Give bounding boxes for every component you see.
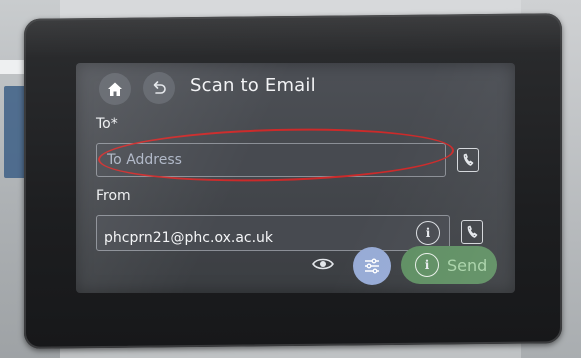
home-button[interactable]	[99, 73, 131, 105]
to-address-input[interactable]: To Address	[96, 143, 446, 177]
contacts-icon	[463, 153, 474, 166]
bezel-shine	[24, 13, 562, 59]
send-button[interactable]: i Send	[401, 246, 497, 284]
from-contacts-button[interactable]	[461, 220, 483, 244]
back-button[interactable]	[143, 72, 175, 104]
from-info-button[interactable]: i	[416, 221, 440, 245]
touch-screen: Scan to Email To* To Address From phcprn…	[76, 63, 515, 293]
from-label: From	[96, 188, 131, 204]
page-title: Scan to Email	[190, 75, 316, 96]
contacts-icon	[467, 225, 478, 238]
preview-button[interactable]	[310, 254, 336, 274]
to-label: To*	[96, 116, 118, 132]
info-icon: i	[424, 258, 430, 272]
send-info-icon-wrapper: i	[415, 253, 439, 277]
sliders-icon	[365, 258, 379, 274]
to-contacts-button[interactable]	[457, 148, 479, 172]
home-icon	[108, 82, 122, 96]
back-icon	[153, 81, 166, 94]
info-icon: i	[425, 226, 431, 240]
send-label: Send	[447, 255, 488, 275]
settings-button[interactable]	[353, 247, 391, 285]
from-address-field[interactable]: phcprn21@phc.ox.ac.uk	[96, 215, 450, 251]
to-address-placeholder: To Address	[107, 152, 182, 168]
eye-icon	[312, 258, 334, 270]
from-address-value: phcprn21@phc.ox.ac.uk	[104, 230, 274, 246]
